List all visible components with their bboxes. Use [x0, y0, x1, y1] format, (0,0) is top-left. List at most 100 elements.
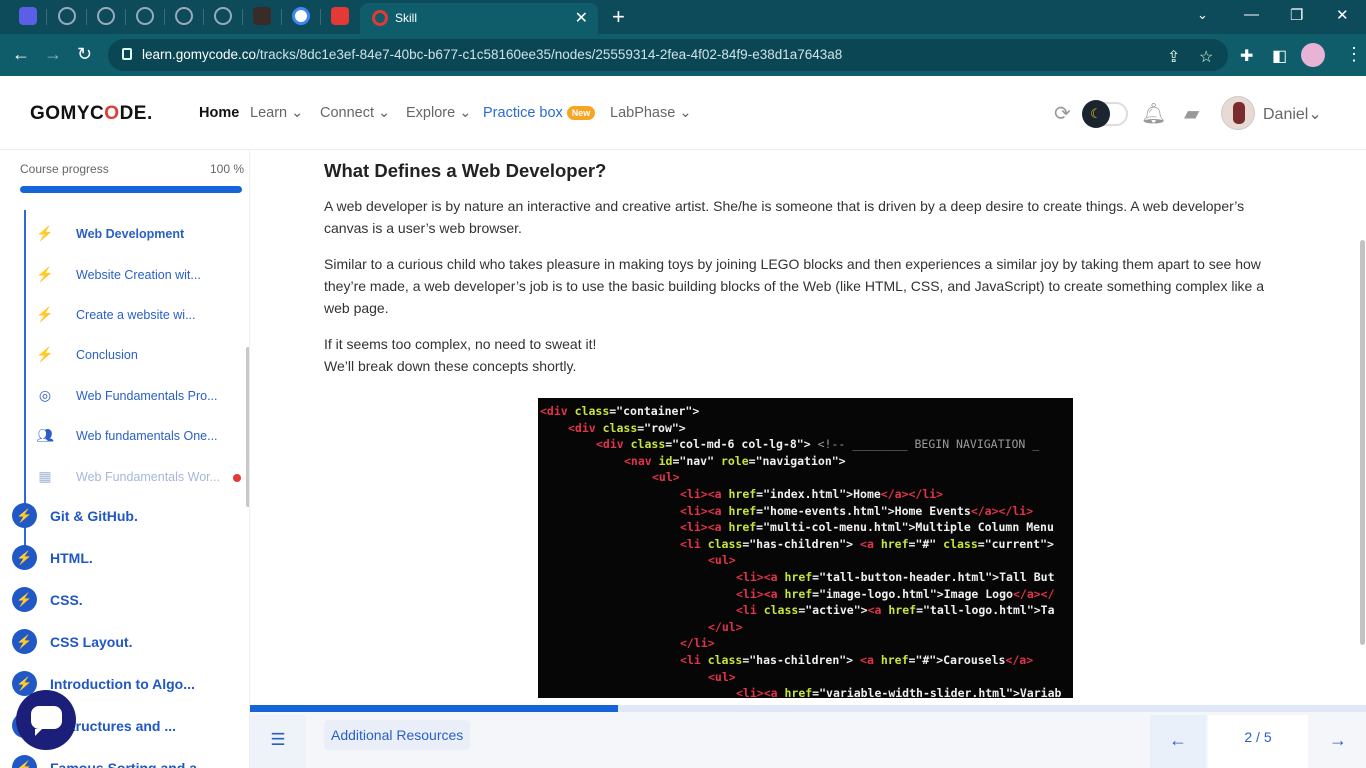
workshop-icon: ▦ [38, 468, 52, 484]
code-line: <div class="container"> [540, 404, 700, 418]
sidebar-subitem[interactable]: ⚡ Website Creation wit... [36, 266, 246, 286]
nav-explore[interactable]: Explore ⌄ [406, 105, 471, 121]
additional-resources-button[interactable]: Additional Resources [324, 720, 471, 750]
submodule-line [24, 210, 26, 552]
nav-connect[interactable]: Connect ⌄ [320, 105, 390, 121]
course-progress-percent: 100 % [210, 162, 245, 176]
sidebar-module[interactable]: ⚡ CSS. [12, 587, 248, 613]
course-progress-bar [20, 186, 242, 193]
sidebar-subitem[interactable]: ⚡ Create a website wi... [36, 306, 246, 326]
bolt-icon: ⚡ [12, 587, 37, 612]
gomycode-logo[interactable]: GOMYCODE. [30, 103, 153, 125]
tab-close-icon[interactable]: ✕ [575, 8, 588, 28]
sidebar-subitem[interactable]: 👥︎ Web fundamentals One... [36, 427, 246, 447]
target-icon: ◎ [38, 387, 52, 403]
share-icon[interactable]: ⇪ [1167, 47, 1180, 67]
user-menu[interactable]: Daniel⌄ [1263, 104, 1322, 124]
tab-favicon-icon[interactable] [58, 7, 76, 25]
nav-learn[interactable]: Learn ⌄ [250, 105, 303, 121]
lesson-content: What Defines a Web Developer? A web deve… [250, 150, 1366, 705]
bell-icon[interactable]: 🔔︎ [1141, 101, 1166, 126]
code-line: <li class="has-children"> <a href="#">Ca… [680, 653, 1034, 667]
sidebar-subitem[interactable]: ⚡ Conclusion [36, 346, 246, 366]
minimize-button[interactable]: — [1244, 6, 1259, 23]
bookmark-star-icon[interactable]: ☆ [1199, 47, 1213, 67]
google-icon[interactable] [292, 7, 310, 25]
close-window-button[interactable]: ✕ [1336, 6, 1349, 24]
tab-favicon-icon[interactable] [97, 7, 115, 25]
tab-favicon-icon[interactable] [136, 7, 154, 25]
code-line: <li class="active"><a href="tall-logo.ht… [736, 603, 1055, 618]
chat-bubble-icon [31, 706, 62, 736]
sidebar-module[interactable]: ⚡ Famous Sorting and a... [12, 755, 248, 768]
user-avatar[interactable] [1221, 96, 1255, 130]
code-line: <ul> [708, 553, 736, 568]
course-sidebar: Course progress 100 % ⚡ Web Development ⚡ W… [0, 150, 250, 768]
sidebar-subitem-label: Web Fundamentals Wor... [76, 470, 221, 484]
tab-title: Skill [395, 11, 418, 25]
chat-support-button[interactable] [16, 690, 76, 750]
page-indicator: 2 / 5 [1208, 715, 1308, 768]
tab-search-icon[interactable]: ⌄ [1197, 7, 1208, 23]
restore-button[interactable]: ❐ [1290, 6, 1303, 24]
nav-practice-box[interactable]: Practice box New [483, 105, 596, 121]
extensions-puzzle-icon[interactable]: ✚ [1240, 46, 1253, 66]
notification-dot [233, 474, 241, 482]
tab-favicon-icon[interactable] [253, 7, 271, 25]
sidebar-subitem[interactable]: ▦ Web Fundamentals Wor... [36, 468, 246, 488]
bolt-icon: ⚡ [12, 629, 37, 654]
reload-icon[interactable]: ↻ [77, 44, 92, 65]
paragraph: If it seems too complex, no need to swea… [324, 336, 597, 374]
sidebar-module-label: CSS. [50, 592, 83, 608]
sidebar-subitem[interactable]: ◎ Web Fundamentals Pro... [36, 387, 246, 407]
table-of-contents-icon[interactable]: ☰ [250, 715, 306, 768]
sidebar-module-label: Famous Sorting and a... [50, 760, 209, 768]
lesson-footer: ☰ Additional Resources ← 2 / 5 → [250, 705, 1366, 768]
code-line: <li><a href="multi-col-menu.html">Multip… [680, 520, 1054, 535]
sidebar-module[interactable]: ⚡ CSS Layout. [12, 629, 248, 655]
sidebar-module[interactable]: ⚡ HTML. [12, 545, 248, 571]
page-scrollbar[interactable] [1360, 240, 1365, 645]
browser-toolbar: ← → ↻ learn.gomycode.co/tracks/8dc1e3ef-… [0, 34, 1366, 76]
browser-tab-strip: Skill ✕ + ⌄ — ❐ ✕ [0, 0, 1366, 34]
code-line: <li><a href="index.html">Home</a></li> [680, 487, 944, 501]
sidebar-module-label: CSS Layout. [50, 634, 133, 650]
dark-mode-toggle[interactable]: ☾ [1082, 100, 1128, 128]
chat-icon[interactable]: ▰ [1184, 101, 1199, 126]
sync-icon[interactable]: ⟳ [1054, 101, 1071, 126]
code-line: <li><a href="variable-width-slider.html"… [736, 686, 1062, 698]
course-progress-label: Course progress [20, 162, 109, 176]
sidebar-module-label: Introduction to Algo... [50, 676, 195, 692]
chevron-down-icon: ⌄ [291, 105, 304, 121]
tab-favicon-icon[interactable] [175, 7, 193, 25]
nav-labphase[interactable]: LabPhase ⌄ [610, 105, 692, 121]
bolt-icon: ⚡ [36, 306, 54, 322]
bolt-icon: ⚡ [36, 266, 54, 282]
paragraph: A web developer is by nature an interact… [324, 198, 1245, 236]
sidebar-module-label: Git & GitHub. [50, 508, 138, 524]
nav-home[interactable]: Home [199, 105, 239, 121]
url-text: learn.gomycode.co/tracks/8dc1e3ef-84e7-4… [142, 47, 843, 62]
sidebar-module[interactable]: ⚡ Git & GitHub. [12, 503, 248, 529]
code-line: </ul> [708, 619, 743, 634]
back-arrow-icon[interactable]: ← [12, 44, 30, 65]
new-tab-button[interactable]: + [612, 4, 625, 30]
lesson-progress-bar [250, 705, 1366, 712]
profile-avatar-icon[interactable] [1301, 43, 1325, 67]
tab-favicon-icon[interactable] [331, 7, 349, 25]
previous-arrow-icon[interactable]: ← [1150, 715, 1206, 768]
sidebar-subitem[interactable]: ⚡ Web Development [36, 225, 246, 245]
next-arrow-icon[interactable]: → [1310, 715, 1366, 768]
browser-menu-icon[interactable]: ⋮ [1345, 44, 1363, 65]
people-icon: 👥︎ [36, 427, 54, 443]
tab-favicon-icon[interactable] [214, 7, 232, 25]
sidebar-subitem-label: Create a website wi... [76, 308, 196, 322]
tab-favicon-icon[interactable] [19, 7, 37, 25]
side-panel-icon[interactable]: ◧ [1272, 46, 1287, 66]
lock-icon [122, 48, 132, 60]
sidebar-subitem-label: Website Creation wit... [76, 268, 201, 282]
new-badge: New [566, 106, 596, 121]
forward-arrow-icon[interactable]: → [44, 44, 62, 65]
address-bar[interactable]: learn.gomycode.co/tracks/8dc1e3ef-84e7-4… [108, 39, 1228, 71]
active-tab[interactable]: Skill ✕ [360, 3, 598, 34]
